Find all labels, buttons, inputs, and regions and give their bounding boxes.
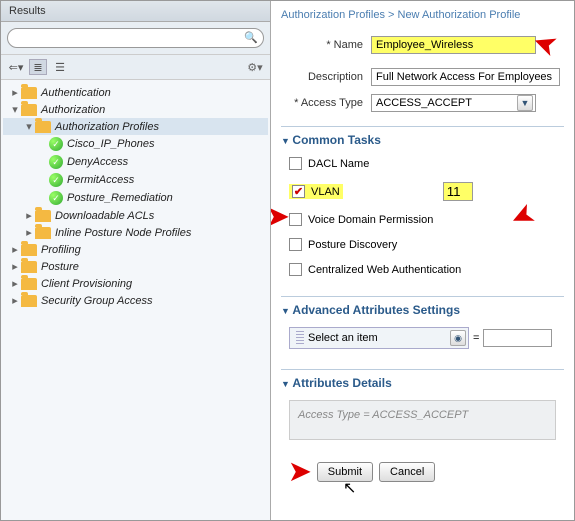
breadcrumb: Authorization Profiles > New Authorizati… [281, 9, 564, 21]
grip-icon [296, 331, 304, 345]
advanced-value-input[interactable] [483, 329, 552, 347]
vlan-input[interactable] [443, 182, 473, 201]
tree-downloadable-acls[interactable]: ▸Downloadable ACLs [3, 207, 268, 224]
access-type-value: ACCESS_ACCEPT [376, 97, 472, 109]
tree-security-group[interactable]: ▸Security Group Access [3, 292, 268, 309]
search-icon[interactable]: 🔍 [244, 31, 258, 44]
attr-details-header[interactable]: Attributes Details [281, 369, 564, 394]
vlan-checkbox[interactable]: ✔ [292, 185, 305, 198]
dacl-row[interactable]: DACL Name [281, 151, 564, 176]
back-icon[interactable]: ⇐▾ [7, 59, 25, 75]
results-header: Results [1, 1, 270, 22]
name-input[interactable] [371, 36, 536, 54]
equals-label: = [473, 332, 479, 344]
search-input[interactable] [7, 28, 264, 48]
gear-icon[interactable]: ⚙▾ [246, 59, 264, 75]
cancel-button[interactable]: Cancel [379, 462, 435, 482]
description-input[interactable] [371, 68, 560, 86]
tree-item-cisco-ip-phones[interactable]: ✓Cisco_IP_Phones [3, 135, 268, 153]
advanced-header[interactable]: Advanced Attributes Settings [281, 296, 564, 321]
list-view-icon[interactable]: ≣ [29, 59, 47, 75]
name-label: Name [281, 39, 371, 51]
voice-label: Voice Domain Permission [308, 214, 433, 226]
view-toolbar: ⇐▾ ≣ ☰ ⚙▾ [1, 55, 270, 80]
dacl-checkbox[interactable] [289, 157, 302, 170]
cursor-icon: ↖ [343, 478, 356, 498]
tree-item-posture-remediation[interactable]: ✓Posture_Remediation [3, 189, 268, 207]
access-type-label: Access Type [281, 97, 371, 109]
attr-details-box: Access Type = ACCESS_ACCEPT [289, 400, 556, 440]
common-tasks-header[interactable]: Common Tasks [281, 126, 564, 151]
voice-row[interactable]: Voice Domain Permission [281, 207, 564, 232]
tree-item-permitaccess[interactable]: ✓PermitAccess [3, 171, 268, 189]
vlan-row[interactable]: ✔ VLAN [281, 176, 564, 207]
breadcrumb-parent[interactable]: Authorization Profiles [281, 9, 385, 21]
tree-profiling[interactable]: ▸Profiling [3, 241, 268, 258]
webauth-label: Centralized Web Authentication [308, 264, 461, 276]
advanced-select[interactable]: Select an item ◉ [289, 327, 469, 349]
grid-view-icon[interactable]: ☰ [51, 59, 69, 75]
voice-checkbox[interactable] [289, 213, 302, 226]
description-label: Description [281, 71, 371, 83]
posture-row[interactable]: Posture Discovery [281, 232, 564, 257]
posture-checkbox[interactable] [289, 238, 302, 251]
webauth-row[interactable]: Centralized Web Authentication [281, 257, 564, 282]
tree-posture[interactable]: ▸Posture [3, 258, 268, 275]
tree-item-denyaccess[interactable]: ✓DenyAccess [3, 153, 268, 171]
chevron-down-icon[interactable]: ◉ [450, 330, 466, 346]
chevron-down-icon[interactable]: ▼ [517, 95, 533, 111]
dacl-label: DACL Name [308, 158, 369, 170]
tree-auth-profiles[interactable]: ▾Authorization Profiles [3, 118, 268, 135]
webauth-checkbox[interactable] [289, 263, 302, 276]
tree-authentication[interactable]: ▸Authentication [3, 84, 268, 101]
advanced-placeholder: Select an item [308, 332, 378, 344]
nav-tree: ▸Authentication ▾Authorization ▾Authoriz… [1, 80, 270, 520]
access-type-select[interactable]: ACCESS_ACCEPT ▼ [371, 94, 536, 112]
breadcrumb-current: New Authorization Profile [398, 9, 521, 21]
right-panel: Authorization Profiles > New Authorizati… [271, 1, 574, 520]
posture-label: Posture Discovery [308, 239, 397, 251]
tree-client-provisioning[interactable]: ▸Client Provisioning [3, 275, 268, 292]
vlan-label: VLAN [311, 186, 340, 198]
tree-authorization[interactable]: ▾Authorization [3, 101, 268, 118]
left-panel: Results 🔍 ⇐▾ ≣ ☰ ⚙▾ ▸Authentication ▾Aut… [1, 1, 271, 520]
tree-inline-posture[interactable]: ▸Inline Posture Node Profiles [3, 224, 268, 241]
search-box: 🔍 [1, 22, 270, 55]
